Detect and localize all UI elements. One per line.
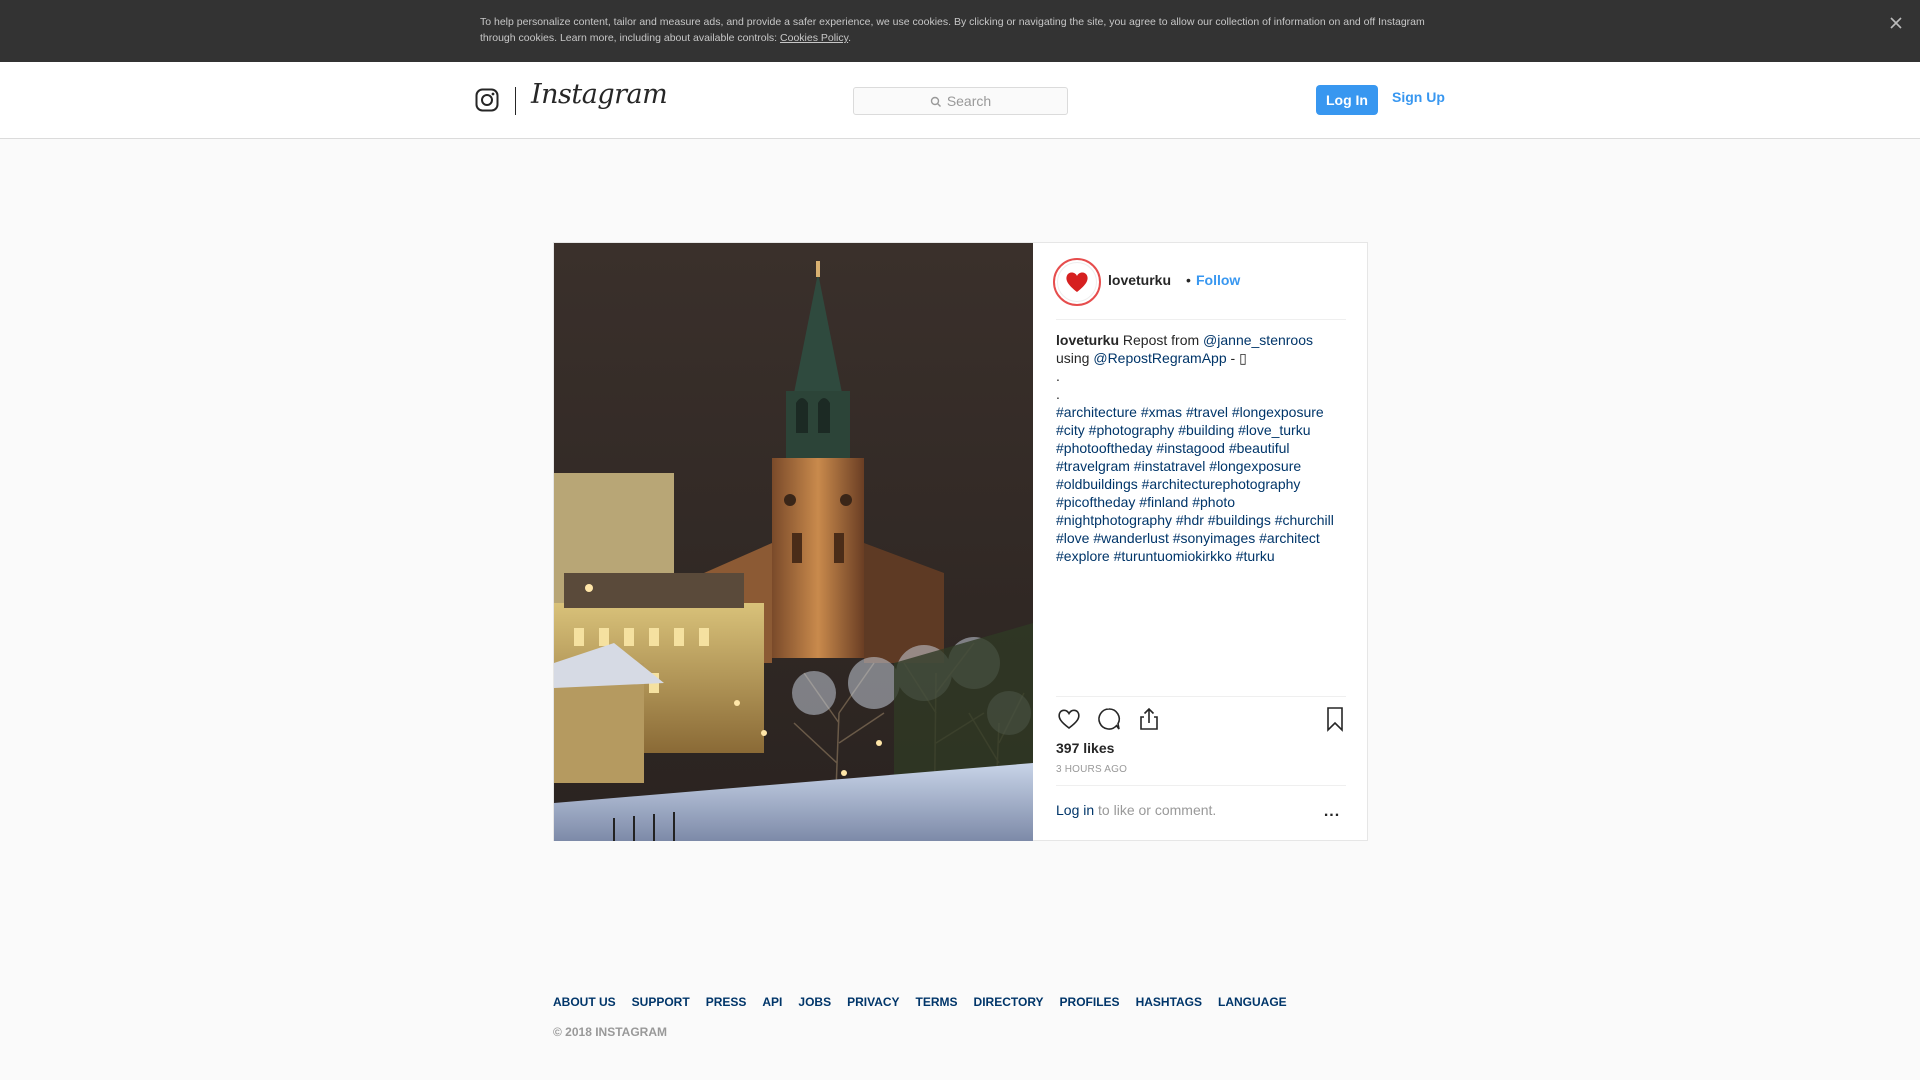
- mention-link[interactable]: @janne_stenroos: [1203, 332, 1313, 348]
- comment-icon[interactable]: [1096, 706, 1122, 732]
- caption-line: loveturku Repost from @janne_stenroos: [1056, 331, 1351, 349]
- instagram-wordmark[interactable]: Instagram: [531, 79, 668, 110]
- hashtag-line[interactable]: #travelgram #instatravel #longexposure: [1056, 457, 1351, 475]
- footer-link-hashtags[interactable]: HASHTAGS: [1136, 995, 1202, 1009]
- hashtag-line[interactable]: #explore #turuntuomiokirkko #turku: [1056, 547, 1351, 565]
- post-caption: loveturku Repost from @janne_stenroos us…: [1056, 331, 1351, 565]
- hashtag-block: #architecture #xmas #travel #longexposur…: [1056, 403, 1351, 565]
- post-card: loveturku • Follow loveturku Repost from…: [553, 242, 1368, 841]
- post-header: loveturku • Follow: [1033, 243, 1368, 320]
- caption-line: .: [1056, 386, 1060, 402]
- hashtag-line[interactable]: #city #photography #building #love_turku: [1056, 421, 1351, 439]
- search-icon: [930, 95, 942, 107]
- search-placeholder: Search: [946, 93, 992, 109]
- bookmark-icon[interactable]: [1322, 706, 1348, 732]
- follow-button[interactable]: Follow: [1196, 272, 1240, 288]
- footer-link-privacy[interactable]: PRIVACY: [847, 995, 899, 1009]
- heart-icon: [1057, 262, 1097, 302]
- footer-link-api[interactable]: API: [762, 995, 782, 1009]
- caption-text: using: [1056, 350, 1094, 366]
- caption-text: -: [1226, 350, 1240, 366]
- post-timestamp: 3 HOURS AGO: [1056, 764, 1128, 775]
- copyright: © 2018 INSTAGRAM: [553, 1025, 667, 1039]
- cookie-banner-text: To help personalize content, tailor and …: [480, 14, 1430, 46]
- login-button[interactable]: Log In: [1316, 85, 1378, 115]
- caption-line: .: [1056, 368, 1060, 384]
- nav-divider: [515, 87, 516, 115]
- footer-nav: ABOUT US SUPPORT PRESS API JOBS PRIVACY TERMS D…: [553, 995, 1303, 1009]
- share-icon[interactable]: [1136, 706, 1162, 732]
- instagram-glyph-icon[interactable]: [475, 88, 499, 112]
- caption-glyph: ▯: [1239, 350, 1247, 366]
- hashtag-line[interactable]: #picoftheday #finland #photo: [1056, 493, 1351, 511]
- mention-link[interactable]: @RepostRegramApp: [1093, 350, 1226, 366]
- divider: [1056, 319, 1346, 320]
- more-options-icon[interactable]: ...: [1320, 803, 1344, 821]
- footer-link-language[interactable]: LANGUAGE: [1218, 995, 1287, 1009]
- hashtag-line[interactable]: #architecture #xmas #travel #longexposur…: [1056, 403, 1351, 421]
- post-sidebar: loveturku • Follow loveturku Repost from…: [1033, 243, 1368, 841]
- caption-text: Repost from: [1119, 332, 1204, 348]
- caption-line: using @RepostRegramApp - ▯: [1056, 349, 1351, 367]
- footer-link-profiles[interactable]: PROFILES: [1060, 995, 1120, 1009]
- cookie-text-end: .: [848, 32, 852, 44]
- comment-login-link[interactable]: Log in: [1056, 802, 1094, 818]
- caption-username[interactable]: loveturku: [1056, 332, 1119, 348]
- likes-count[interactable]: 397 likes: [1056, 740, 1114, 756]
- comment-prompt-text: to like or comment.: [1094, 802, 1217, 818]
- footer-link-terms[interactable]: TERMS: [916, 995, 958, 1009]
- cookies-policy-link[interactable]: Cookies Policy: [780, 32, 848, 44]
- post-photo[interactable]: [554, 243, 1033, 841]
- signup-link[interactable]: Sign Up: [1392, 89, 1445, 105]
- heart-icon[interactable]: [1056, 706, 1082, 732]
- divider: [1056, 696, 1346, 697]
- hashtag-line[interactable]: #oldbuildings #architecturephotography: [1056, 475, 1351, 493]
- hashtag-line[interactable]: #nightphotography #hdr #buildings #churc…: [1056, 511, 1351, 529]
- close-icon[interactable]: [1886, 14, 1906, 34]
- post-username[interactable]: loveturku: [1108, 272, 1171, 288]
- top-navigation: Instagram Search Log In Sign Up: [0, 62, 1920, 139]
- footer-link-jobs[interactable]: JOBS: [798, 995, 831, 1009]
- cookie-banner: To help personalize content, tailor and …: [0, 0, 1920, 62]
- cookie-text: To help personalize content, tailor and …: [480, 16, 1425, 44]
- hashtag-line[interactable]: #photooftheday #instagood #beautiful: [1056, 439, 1351, 457]
- action-bar: [1056, 706, 1346, 734]
- footer-link-press[interactable]: PRESS: [706, 995, 747, 1009]
- header-dot: •: [1186, 272, 1191, 288]
- search-input[interactable]: Search: [853, 87, 1068, 115]
- footer-link-support[interactable]: SUPPORT: [632, 995, 690, 1009]
- comment-prompt: Log in to like or comment.: [1056, 802, 1216, 818]
- footer-link-directory[interactable]: DIRECTORY: [974, 995, 1044, 1009]
- hashtag-line[interactable]: #love #wanderlust #sonyimages #architect: [1056, 529, 1351, 547]
- footer-link-about-us[interactable]: ABOUT US: [553, 995, 616, 1009]
- divider: [1056, 785, 1346, 786]
- avatar[interactable]: [1053, 258, 1101, 306]
